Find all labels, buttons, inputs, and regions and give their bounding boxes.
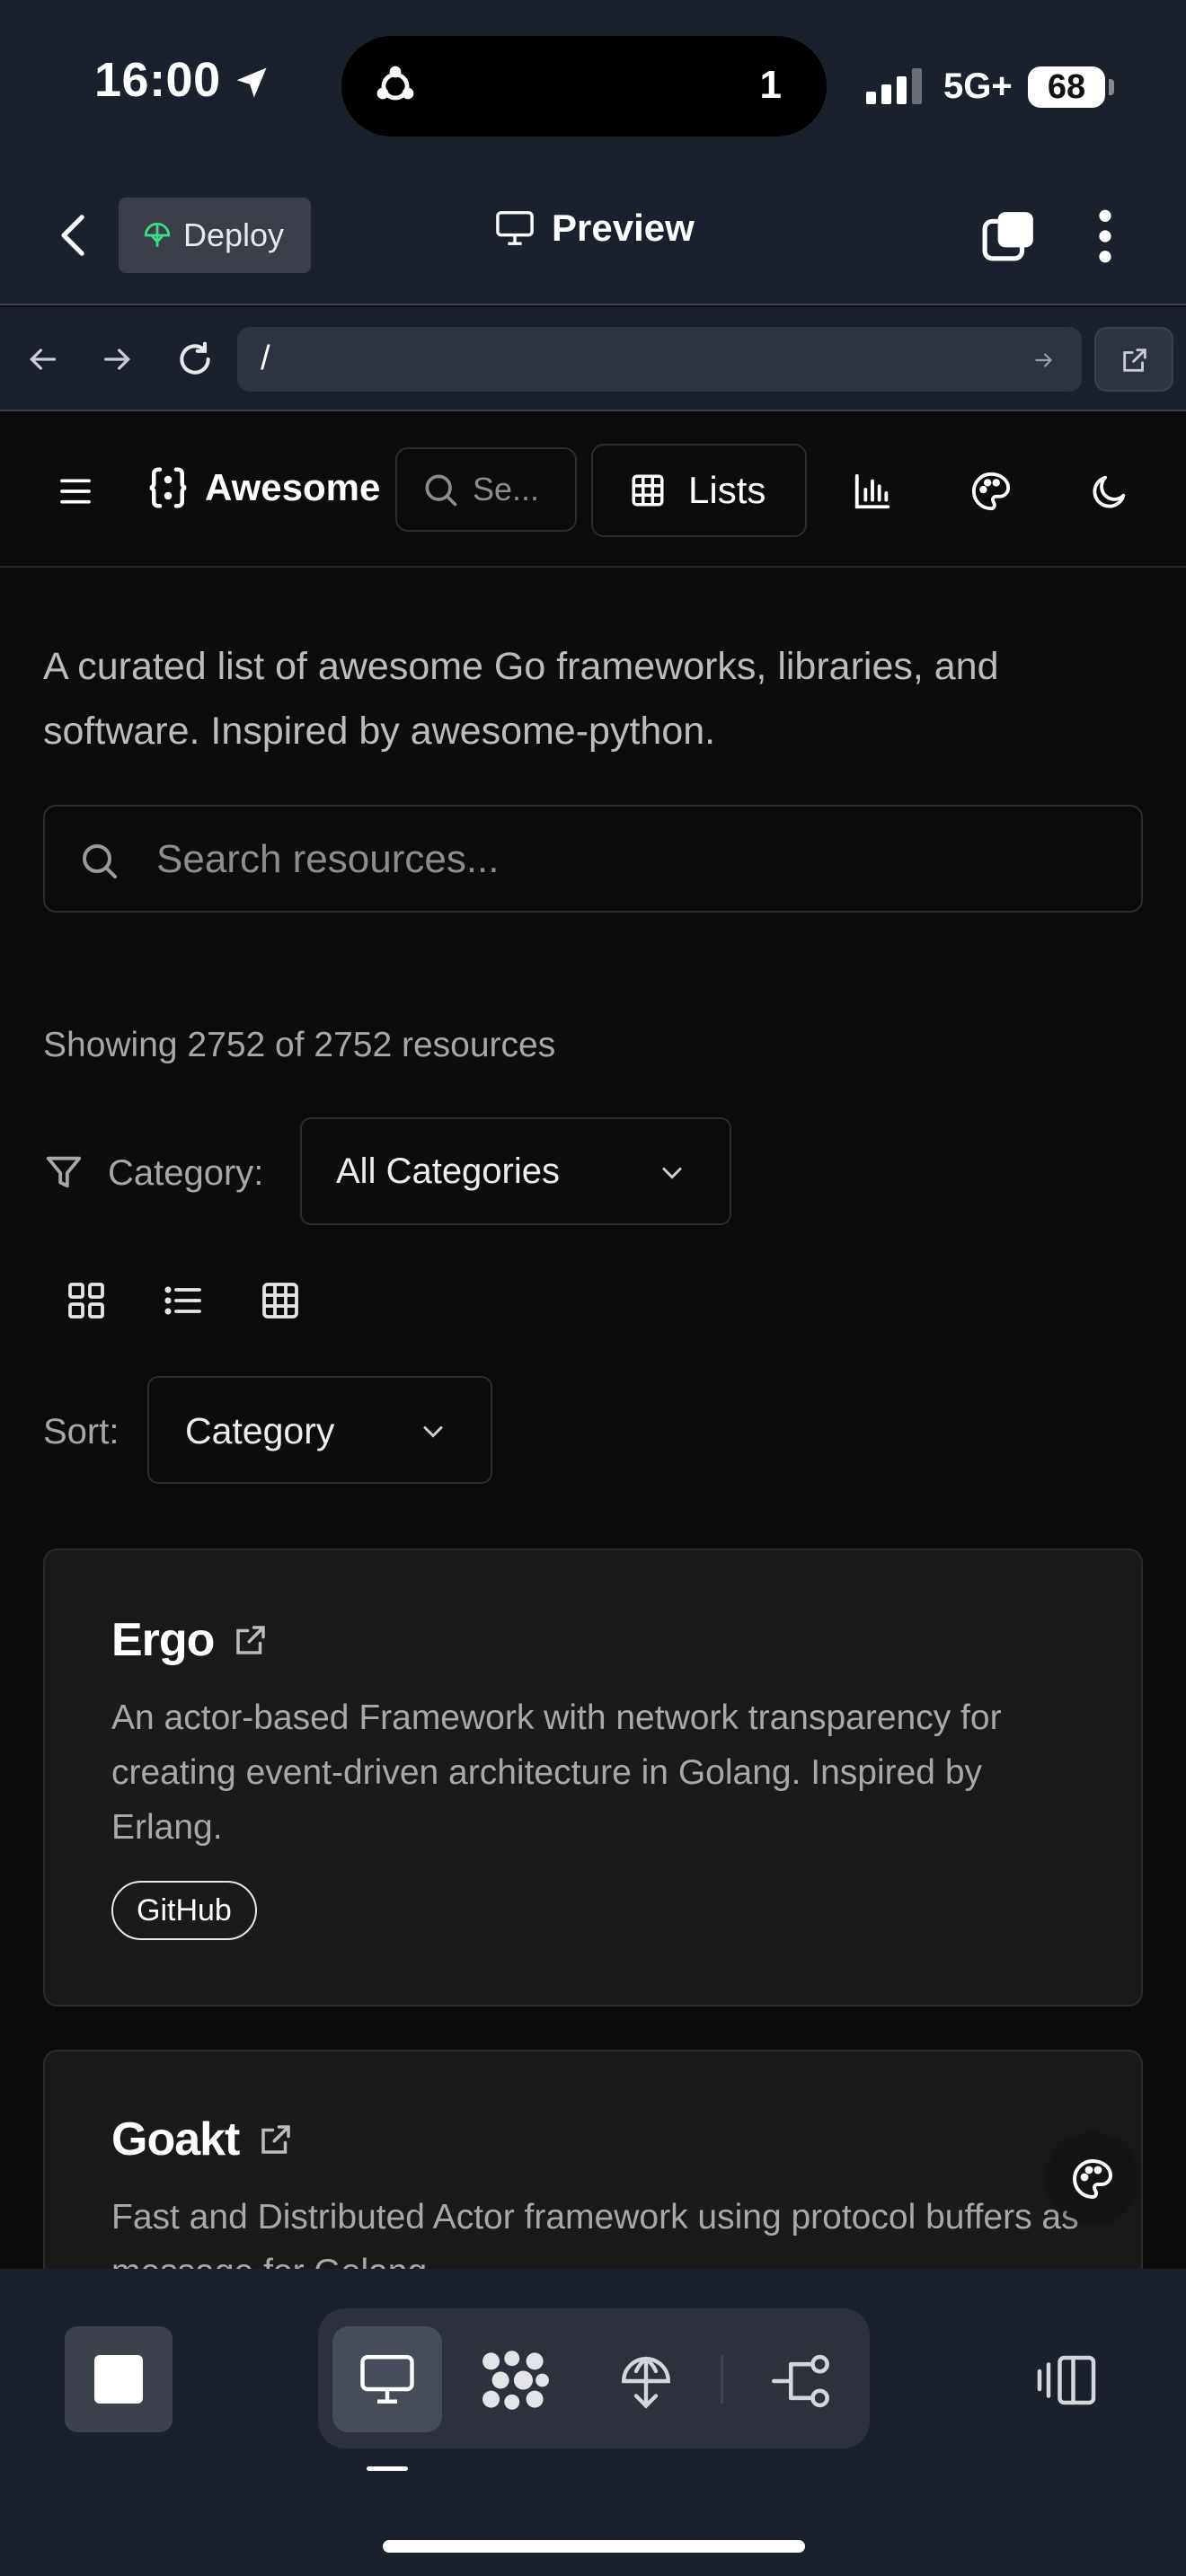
status-bar: 16:00 1 5G+ 68 — [0, 0, 1186, 171]
github-tag[interactable]: GitHub — [111, 1881, 257, 1940]
site-nav: Awesome Se... Lists — [0, 413, 1186, 568]
category-value: All Categories — [336, 1151, 561, 1191]
sort-label: Sort: — [43, 1412, 119, 1451]
sort-select[interactable]: Category — [147, 1376, 492, 1484]
card-title-text: Ergo — [111, 1614, 215, 1666]
nav-search-input[interactable]: Se... — [395, 447, 577, 532]
browser-forward-icon[interactable] — [99, 341, 137, 377]
side-panel-toggle-icon[interactable] — [1035, 2353, 1098, 2407]
battery-indicator: 68 — [1028, 66, 1105, 108]
filter-icon — [43, 1151, 84, 1193]
search-icon — [420, 470, 460, 509]
back-button[interactable] — [54, 212, 93, 259]
chevron-down-icon — [417, 1416, 449, 1448]
bottom-toolbar — [0, 2269, 1186, 2576]
ai-agent-icon[interactable] — [482, 2350, 550, 2411]
moon-icon[interactable] — [1089, 471, 1130, 512]
card-title-text: Goakt — [111, 2113, 240, 2166]
stop-button[interactable] — [65, 2326, 173, 2432]
open-external-button[interactable] — [1094, 327, 1173, 392]
results-count: Showing 2752 of 2752 resources — [43, 1026, 556, 1064]
active-tab-indicator — [367, 2466, 408, 2471]
table-view-icon[interactable] — [259, 1279, 302, 1322]
preview-title: Preview — [494, 207, 695, 250]
external-link-icon — [232, 1621, 270, 1659]
tabs-switcher-icon[interactable] — [981, 208, 1037, 264]
monitor-icon — [358, 2351, 417, 2407]
island-count: 1 — [759, 63, 782, 107]
resource-card[interactable]: Ergo An actor-based Framework with netwo… — [43, 1548, 1143, 2007]
palette-icon — [1071, 2157, 1114, 2201]
resource-search-input[interactable]: Search resources... — [43, 805, 1143, 913]
chevron-down-icon — [656, 1157, 688, 1189]
braces-icon — [144, 463, 192, 512]
card-title[interactable]: Ergo — [111, 1613, 270, 1667]
go-arrow-icon[interactable] — [1031, 348, 1057, 372]
battery-nub — [1109, 79, 1114, 95]
external-link-icon — [257, 2121, 295, 2158]
git-branch-icon[interactable] — [769, 2351, 832, 2411]
url-text: / — [261, 340, 270, 377]
segment-divider — [721, 2355, 723, 2404]
location-arrow-icon — [232, 63, 271, 102]
list-view-icon[interactable] — [162, 1279, 205, 1322]
dynamic-island: 1 — [341, 36, 827, 137]
sync-activity-icon — [374, 65, 417, 108]
category-select[interactable]: All Categories — [300, 1117, 731, 1225]
home-indicator — [383, 2540, 805, 2553]
deploy-button[interactable]: Deploy — [119, 198, 311, 273]
preview-label: Preview — [552, 207, 695, 249]
search-icon — [77, 839, 120, 882]
nav-search-placeholder: Se... — [473, 471, 540, 507]
status-time: 16:00 — [94, 53, 221, 107]
more-options-icon[interactable] — [1094, 208, 1116, 264]
deploy-icon — [142, 220, 173, 251]
monitor-icon — [494, 209, 535, 247]
card-title[interactable]: Goakt — [111, 2113, 295, 2166]
grid-table-icon — [629, 472, 667, 509]
signal-bars-icon — [866, 68, 925, 104]
network-type: 5G+ — [943, 66, 1013, 106]
lists-label: Lists — [688, 469, 766, 511]
theme-fab-button[interactable] — [1051, 2138, 1134, 2220]
reload-icon[interactable] — [174, 340, 216, 379]
grid-view-icon[interactable] — [65, 1279, 108, 1322]
resource-search-placeholder: Search resources... — [156, 837, 500, 881]
page-description: A curated list of awesome Go frameworks,… — [43, 645, 999, 753]
palette-icon[interactable] — [970, 471, 1012, 512]
deploy-tab-icon[interactable] — [616, 2351, 676, 2411]
url-field[interactable]: / — [237, 327, 1082, 392]
hamburger-menu-icon[interactable] — [58, 476, 93, 507]
lists-button[interactable]: Lists — [591, 444, 807, 537]
app-header: Deploy Preview — [0, 171, 1186, 305]
stop-icon — [94, 2355, 143, 2404]
bar-chart-icon[interactable] — [852, 471, 893, 512]
sort-value: Category — [185, 1410, 335, 1451]
browser-bar: / — [0, 307, 1186, 411]
browser-back-icon[interactable] — [23, 341, 61, 377]
category-label: Category: — [108, 1153, 264, 1193]
brand-name: Awesome — [205, 466, 381, 508]
card-description: An actor-based Framework with network tr… — [111, 1698, 1002, 1847]
brand-logo[interactable]: Awesome — [144, 463, 380, 512]
deploy-label: Deploy — [183, 216, 285, 253]
external-link-icon — [1120, 345, 1150, 375]
